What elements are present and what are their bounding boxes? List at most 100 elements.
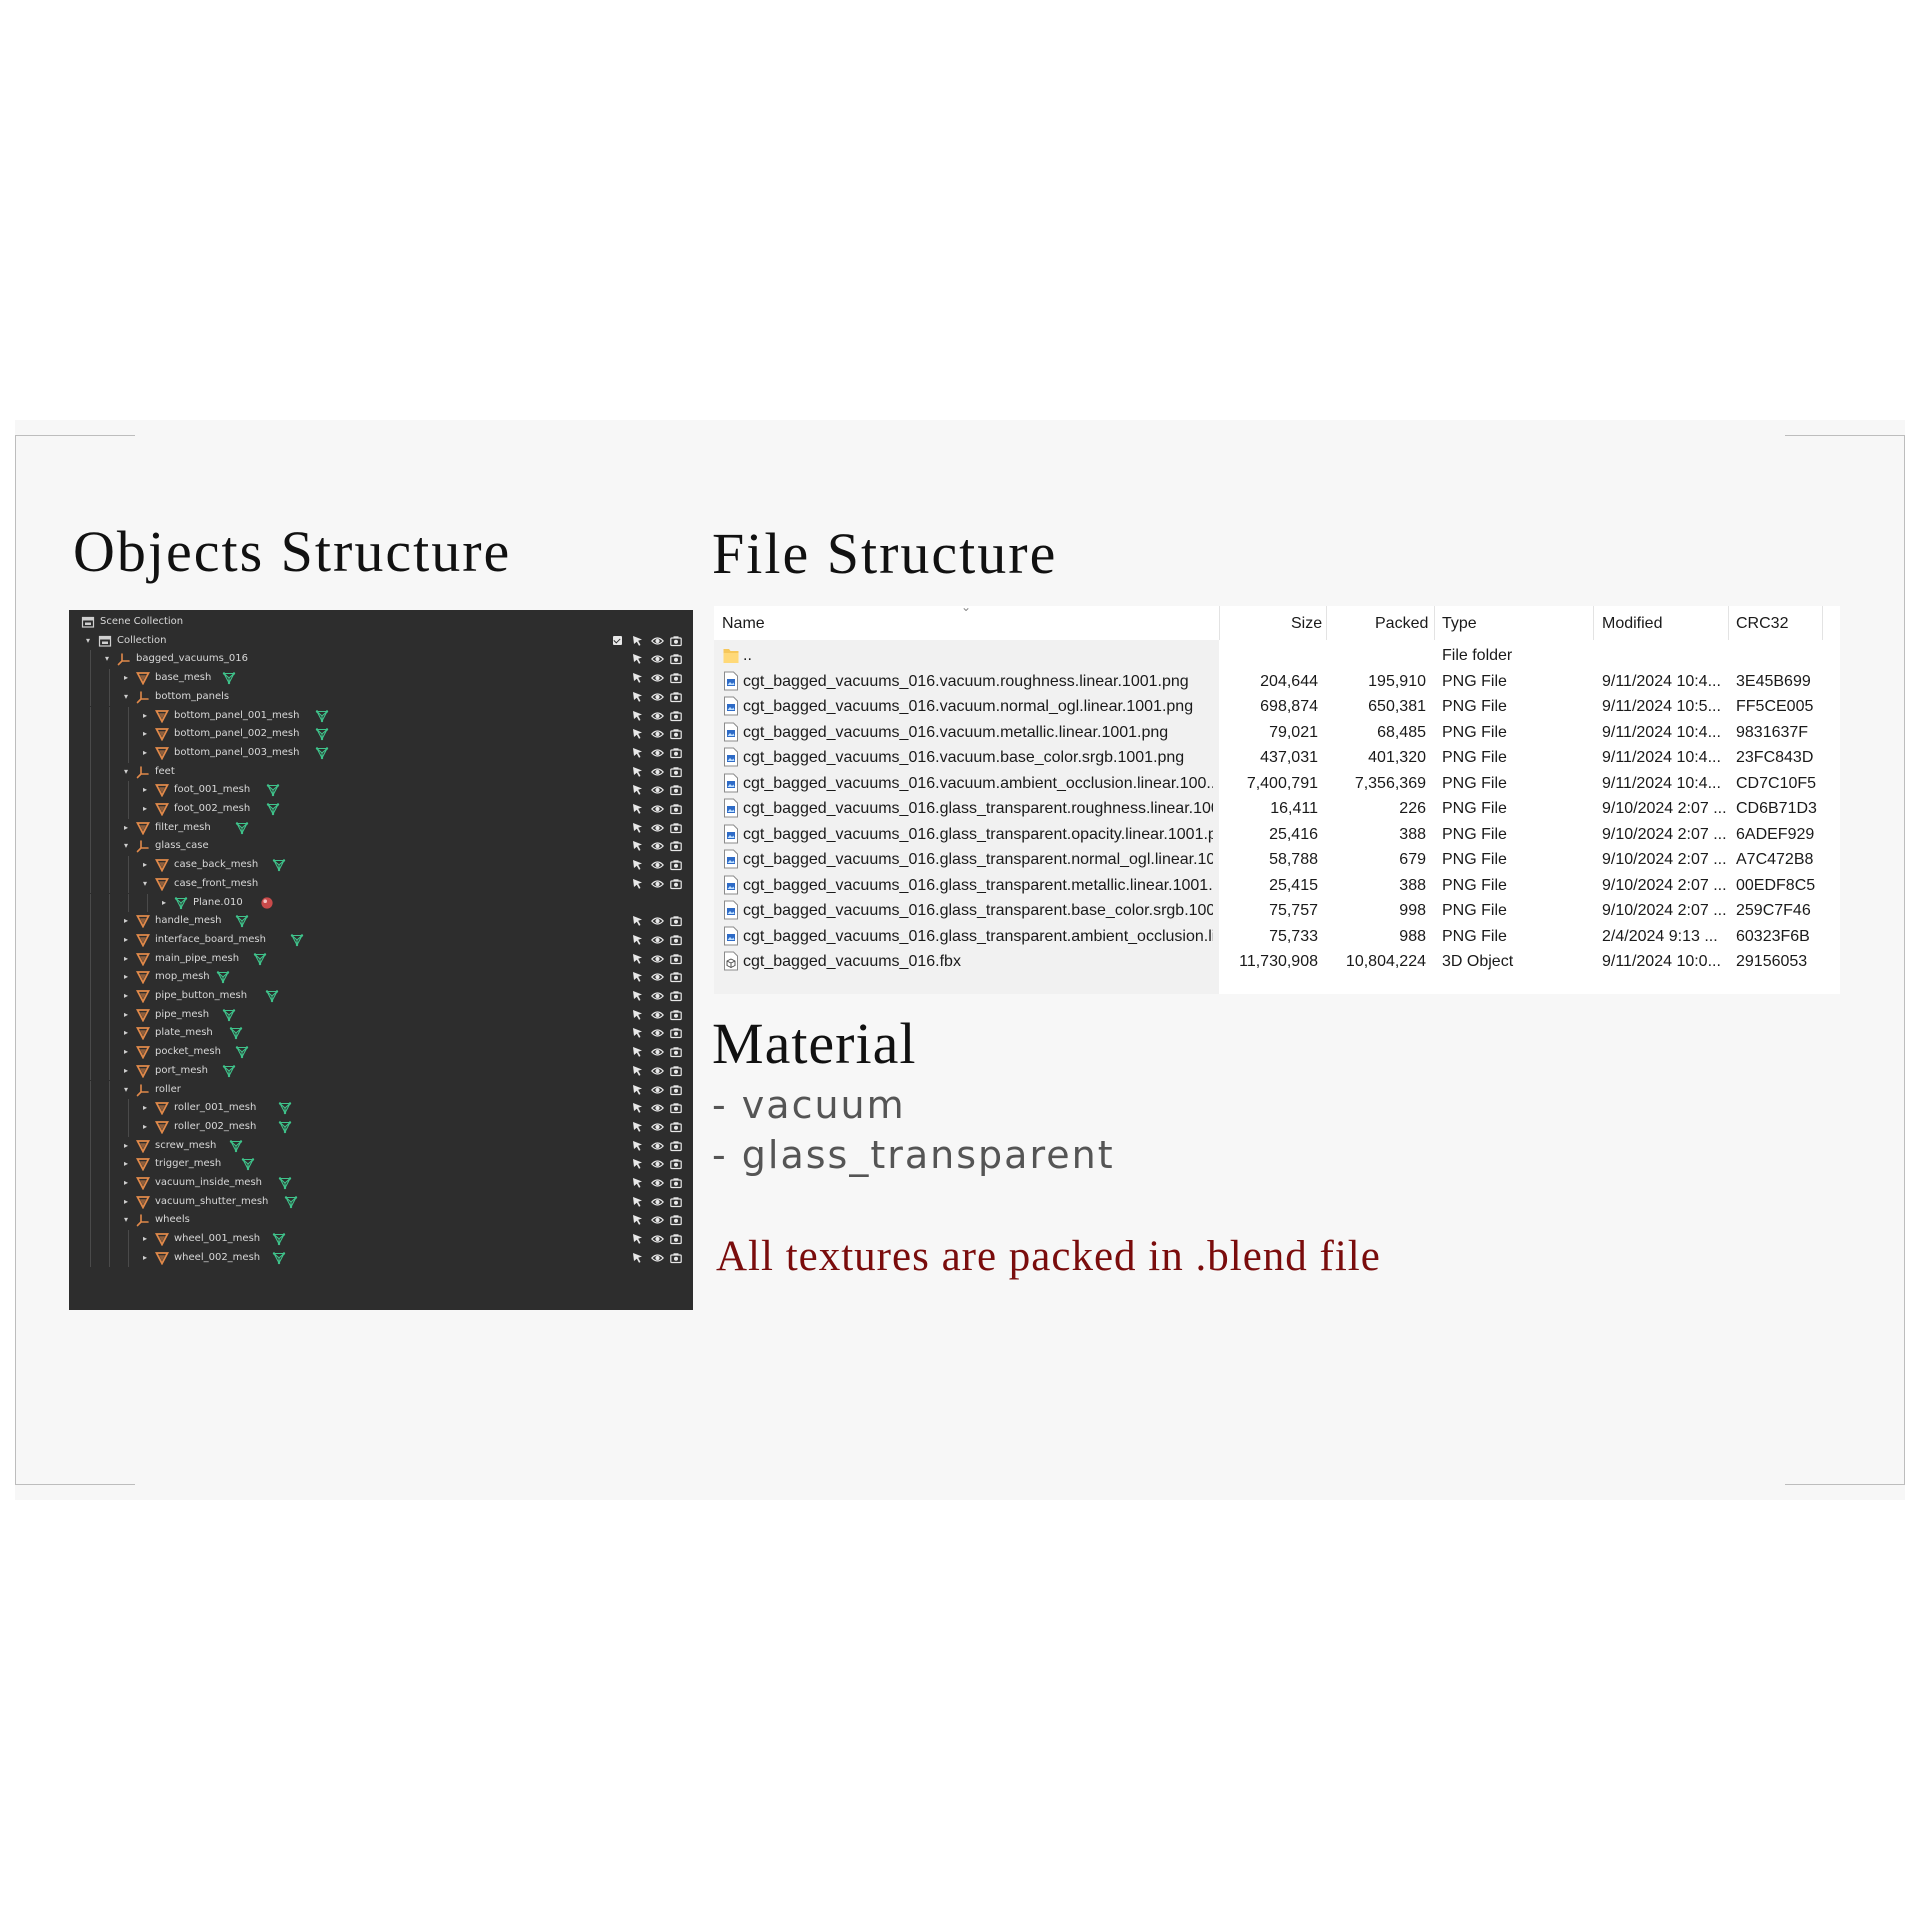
file-row[interactable]: cgt_bagged_vacuums_016.fbx 11,730,908 10,8… (714, 949, 1840, 975)
file-row[interactable]: cgt_bagged_vacuums_016.glass_transparent… (714, 898, 1840, 924)
camera-icon[interactable] (669, 1157, 683, 1171)
outliner-row[interactable]: ▸ pipe_mesh (69, 1005, 693, 1025)
eye-icon[interactable] (650, 1064, 664, 1078)
collapse-arrow-icon[interactable]: ▸ (143, 1103, 151, 1113)
cursor-icon[interactable] (631, 1101, 645, 1115)
column-header-size[interactable]: Size (1291, 615, 1322, 633)
camera-icon[interactable] (669, 709, 683, 723)
camera-icon[interactable] (669, 690, 683, 704)
outliner-row[interactable]: ▸ screw_mesh (69, 1136, 693, 1156)
camera-icon[interactable] (669, 1139, 683, 1153)
expand-arrow-icon[interactable]: ▾ (124, 1085, 132, 1095)
file-row[interactable]: cgt_bagged_vacuums_016.vacuum.metallic.l… (714, 720, 1840, 746)
cursor-icon[interactable] (631, 652, 645, 666)
mesh-data-icon[interactable] (241, 1157, 255, 1171)
eye-icon[interactable] (650, 1157, 664, 1171)
camera-icon[interactable] (669, 989, 683, 1003)
cursor-icon[interactable] (631, 802, 645, 816)
camera-icon[interactable] (669, 914, 683, 928)
eye-icon[interactable] (650, 1026, 664, 1040)
cursor-icon[interactable] (631, 1064, 645, 1078)
collapse-arrow-icon[interactable]: ▸ (124, 935, 132, 945)
outliner-row[interactable]: ▸ bottom_panel_003_mesh (69, 743, 693, 763)
collapse-arrow-icon[interactable]: ▸ (143, 1253, 151, 1263)
camera-icon[interactable] (669, 1045, 683, 1059)
collapse-arrow-icon[interactable]: ▸ (143, 1122, 151, 1132)
collapse-arrow-icon[interactable]: ▸ (143, 785, 151, 795)
camera-icon[interactable] (669, 671, 683, 685)
eye-icon[interactable] (650, 802, 664, 816)
collapse-arrow-icon[interactable]: ▸ (124, 1066, 132, 1076)
file-row[interactable]: cgt_bagged_vacuums_016.vacuum.normal_ogl… (714, 694, 1840, 720)
camera-icon[interactable] (669, 1064, 683, 1078)
outliner-row[interactable]: ▸ case_back_mesh (69, 856, 693, 875)
eye-icon[interactable] (650, 1008, 664, 1022)
camera-icon[interactable] (669, 1232, 683, 1246)
outliner-row[interactable]: ▾ feet (69, 762, 693, 782)
outliner-row[interactable]: ▾ roller (69, 1080, 693, 1100)
camera-icon[interactable] (669, 1120, 683, 1134)
file-row[interactable]: cgt_bagged_vacuums_016.glass_transparent… (714, 873, 1840, 899)
cursor-icon[interactable] (631, 1120, 645, 1134)
collapse-arrow-icon[interactable]: ▸ (124, 1141, 132, 1151)
outliner-row[interactable]: ▸ pocket_mesh (69, 1043, 693, 1062)
collapse-arrow-icon[interactable]: ▸ (124, 1028, 132, 1038)
collapse-arrow-icon[interactable]: ▸ (143, 1234, 151, 1244)
expand-arrow-icon[interactable]: ▾ (86, 636, 94, 646)
mesh-data-icon[interactable] (315, 727, 329, 741)
cursor-icon[interactable] (631, 877, 645, 891)
outliner-row[interactable]: ▸ main_pipe_mesh (69, 949, 693, 969)
eye-icon[interactable] (650, 1045, 664, 1059)
camera-icon[interactable] (669, 727, 683, 741)
cursor-icon[interactable] (631, 765, 645, 779)
mesh-data-icon[interactable] (278, 1120, 292, 1134)
mesh-data-icon[interactable] (235, 914, 249, 928)
cursor-icon[interactable] (631, 952, 645, 966)
mesh-data-icon[interactable] (216, 970, 230, 984)
column-header-name[interactable]: Name (722, 615, 765, 633)
cursor-icon[interactable] (631, 914, 645, 928)
cursor-icon[interactable] (631, 1176, 645, 1190)
file-row[interactable]: .. File folder (714, 643, 1840, 669)
eye-icon[interactable] (650, 839, 664, 853)
collapse-arrow-icon[interactable]: ▸ (143, 711, 151, 721)
eye-icon[interactable] (650, 765, 664, 779)
cursor-icon[interactable] (631, 933, 645, 947)
mesh-data-icon[interactable] (222, 1064, 236, 1078)
cursor-icon[interactable] (631, 1157, 645, 1171)
mesh-data-icon[interactable] (272, 1232, 286, 1246)
mesh-data-icon[interactable] (278, 1176, 292, 1190)
expand-arrow-icon[interactable]: ▾ (124, 767, 132, 777)
expand-arrow-icon[interactable]: ▾ (143, 879, 151, 889)
collapse-arrow-icon[interactable]: ▸ (124, 1047, 132, 1057)
eye-icon[interactable] (650, 1195, 664, 1209)
file-row[interactable]: cgt_bagged_vacuums_016.vacuum.ambient_oc… (714, 771, 1840, 797)
mesh-data-icon[interactable] (284, 1195, 298, 1209)
cursor-icon[interactable] (631, 690, 645, 704)
cursor-icon[interactable] (631, 1083, 645, 1097)
cursor-icon[interactable] (631, 709, 645, 723)
column-header-packed[interactable]: Packed (1375, 615, 1428, 633)
camera-icon[interactable] (669, 839, 683, 853)
eye-icon[interactable] (650, 652, 664, 666)
exclude-checkbox[interactable] (612, 634, 626, 648)
collapse-arrow-icon[interactable]: ▸ (124, 1178, 132, 1188)
eye-icon[interactable] (650, 727, 664, 741)
column-header-type[interactable]: Type (1442, 615, 1477, 633)
camera-icon[interactable] (669, 802, 683, 816)
outliner-row[interactable]: ▸ trigger_mesh (69, 1155, 693, 1174)
eye-icon[interactable] (650, 1083, 664, 1097)
camera-icon[interactable] (669, 783, 683, 797)
mesh-data-icon[interactable] (222, 671, 236, 685)
cursor-icon[interactable] (631, 671, 645, 685)
mesh-data-icon[interactable] (315, 709, 329, 723)
outliner-row[interactable]: ▸ plate_mesh (69, 1024, 693, 1044)
collapse-arrow-icon[interactable]: ▸ (162, 898, 170, 908)
mesh-data-icon[interactable] (265, 989, 279, 1003)
mesh-data-icon[interactable] (266, 802, 280, 816)
camera-icon[interactable] (669, 821, 683, 835)
mesh-data-icon[interactable] (222, 1008, 236, 1022)
cursor-icon[interactable] (631, 1139, 645, 1153)
collapse-arrow-icon[interactable]: ▸ (143, 860, 151, 870)
camera-icon[interactable] (669, 1083, 683, 1097)
